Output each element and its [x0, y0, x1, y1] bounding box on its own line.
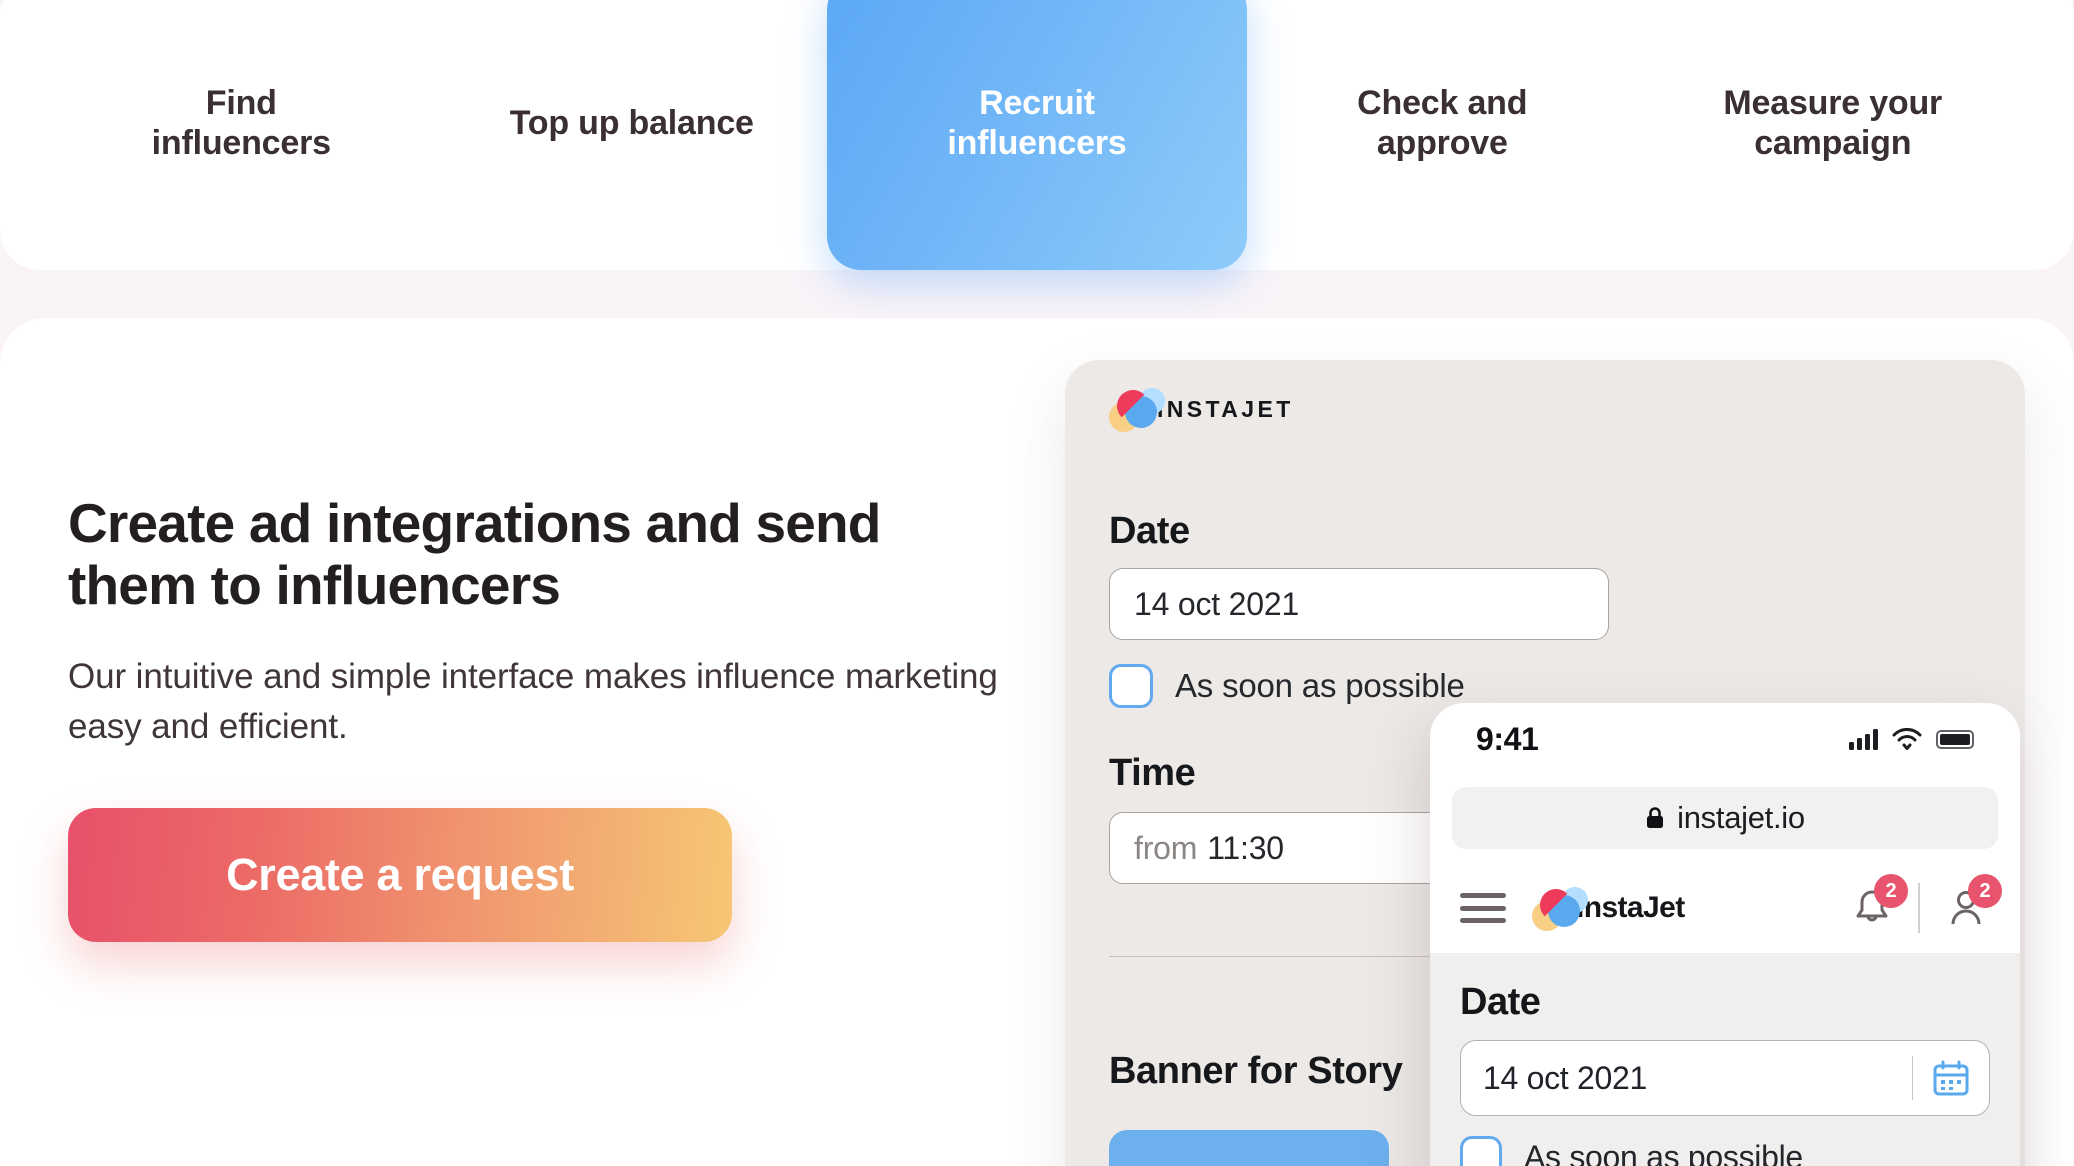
lock-icon	[1647, 807, 1664, 828]
page-title: Create ad integrations and send them to …	[68, 492, 881, 616]
phone-form-body: Date 14 oct 2021 As soon as possible	[1430, 953, 2020, 1166]
cellular-signal-icon	[1849, 728, 1878, 750]
step-check-and-approve[interactable]: Check and approve	[1247, 39, 1638, 207]
phone-address-bar[interactable]: instajet.io	[1452, 787, 1998, 849]
phone-mock: 9:41 instajet.io InstaJet 2 2 Date 14 oc…	[1430, 703, 2020, 1166]
phone-date-input[interactable]: 14 oct 2021	[1460, 1040, 1990, 1116]
steps-row: Find influencers Top up balance Recruit …	[0, 0, 2074, 270]
desktop-asap-checkbox-row[interactable]: As soon as possible	[1109, 664, 1465, 708]
profile-badge: 2	[1968, 874, 2002, 908]
phone-date-value: 14 oct 2021	[1483, 1059, 1647, 1096]
desktop-brand-logo: INSTAJET	[1109, 388, 1294, 432]
desktop-time-value: 11:30	[1207, 829, 1284, 866]
phone-brand-logo[interactable]: InstaJet	[1532, 887, 1685, 931]
create-request-button[interactable]: Create a request	[68, 807, 732, 942]
phone-brand-name: InstaJet	[1576, 891, 1685, 924]
desktop-date-input[interactable]: 14 oct 2021	[1109, 568, 1609, 640]
steps-bar: Find influencers Top up balance Recruit …	[0, 0, 2074, 270]
instajet-logo-icon	[1109, 388, 1165, 432]
phone-asap-checkbox-row[interactable]: As soon as possible	[1460, 1136, 1990, 1166]
phone-asap-checkbox[interactable]	[1460, 1136, 1502, 1166]
desktop-asap-checkbox[interactable]	[1109, 664, 1153, 708]
phone-clock: 9:41	[1476, 720, 1539, 757]
desktop-upload-button[interactable]	[1109, 1130, 1389, 1166]
phone-navbar: InstaJet 2 2	[1430, 863, 2020, 953]
desktop-brand-name: INSTAJET	[1157, 395, 1294, 422]
desktop-date-value: 14 oct 2021	[1134, 585, 1300, 622]
battery-icon	[1936, 729, 1974, 749]
desktop-time-label: Time	[1109, 752, 1196, 794]
instajet-logo-icon	[1532, 887, 1588, 931]
page-root: Find influencers Top up balance Recruit …	[0, 0, 2074, 1166]
desktop-date-label: Date	[1109, 510, 1190, 552]
step-recruit-influencers[interactable]: Recruit influencers	[827, 0, 1247, 270]
desktop-time-placeholder: from	[1134, 829, 1198, 866]
hamburger-menu-icon[interactable]	[1460, 893, 1506, 923]
phone-asap-label: As soon as possible	[1524, 1138, 1803, 1166]
hero-subtitle: Our intuitive and simple interface makes…	[68, 657, 998, 746]
hero-text-column: Create ad integrations and send them to …	[68, 492, 1068, 942]
notifications-badge: 2	[1874, 874, 1908, 908]
wifi-icon	[1892, 728, 1922, 750]
phone-status-icons	[1849, 728, 1974, 750]
step-top-up-balance[interactable]: Top up balance	[437, 59, 828, 187]
phone-url-text: instajet.io	[1677, 800, 1805, 835]
desktop-banner-label: Banner for Story	[1109, 1050, 1403, 1092]
calendar-icon[interactable]	[1913, 1058, 1989, 1098]
phone-status-bar: 9:41	[1430, 703, 2020, 775]
navbar-divider	[1918, 883, 1920, 933]
step-find-influencers[interactable]: Find influencers	[46, 39, 437, 207]
phone-navbar-actions: 2 2	[1848, 874, 2002, 933]
profile-button[interactable]: 2	[1942, 874, 2002, 932]
desktop-asap-label: As soon as possible	[1175, 667, 1465, 704]
phone-date-label: Date	[1460, 981, 1541, 1023]
notifications-button[interactable]: 2	[1848, 874, 1908, 932]
step-measure-your-campaign[interactable]: Measure your campaign	[1638, 39, 2029, 207]
main-panel: Create ad integrations and send them to …	[0, 318, 2074, 1166]
